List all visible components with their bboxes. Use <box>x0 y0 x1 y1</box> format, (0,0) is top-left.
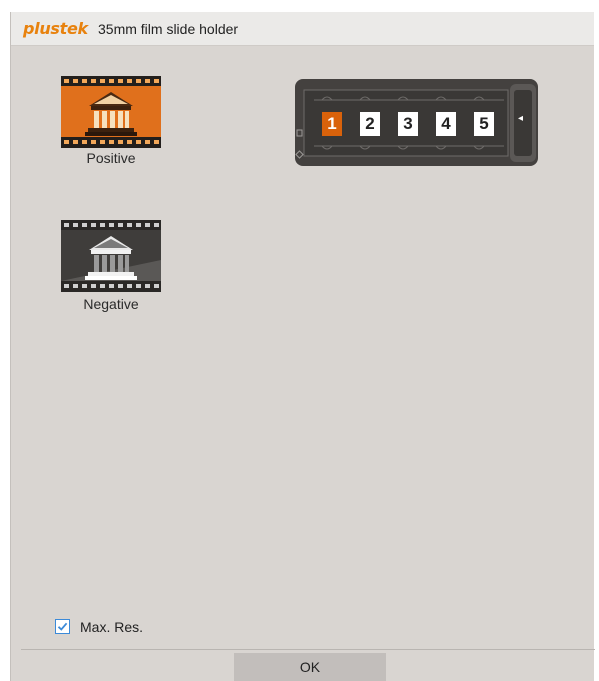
ok-button[interactable]: OK <box>234 653 386 681</box>
footer-divider <box>21 649 595 650</box>
dialog-window: plustek 35mm film slide holder Positive … <box>10 12 595 681</box>
frame-selector-5[interactable]: 5 <box>474 112 494 136</box>
positive-film-button[interactable]: Positive <box>61 76 161 172</box>
negative-film-button[interactable]: Negative <box>61 220 161 316</box>
positive-film-icon <box>61 76 161 148</box>
frame-selector-2[interactable]: 2 <box>360 112 380 136</box>
slide-holder: 1 2 3 4 5 ◂ <box>294 78 539 168</box>
negative-film-icon <box>61 220 161 292</box>
frame-selector-4[interactable]: 4 <box>436 112 456 136</box>
max-res-checkbox[interactable] <box>55 619 70 634</box>
max-res-label: Max. Res. <box>80 619 144 635</box>
positive-label: Positive <box>86 150 136 166</box>
eject-arrow-icon[interactable]: ◂ <box>518 113 523 124</box>
frame-selector-3[interactable]: 3 <box>398 112 418 136</box>
negative-label: Negative <box>83 296 139 312</box>
window-title: 35mm film slide holder <box>98 21 239 37</box>
frame-selector-1[interactable]: 1 <box>322 112 342 136</box>
plustek-logo: plustek <box>23 19 88 38</box>
checkmark-icon <box>57 622 68 631</box>
title-bar: plustek 35mm film slide holder <box>11 12 594 46</box>
